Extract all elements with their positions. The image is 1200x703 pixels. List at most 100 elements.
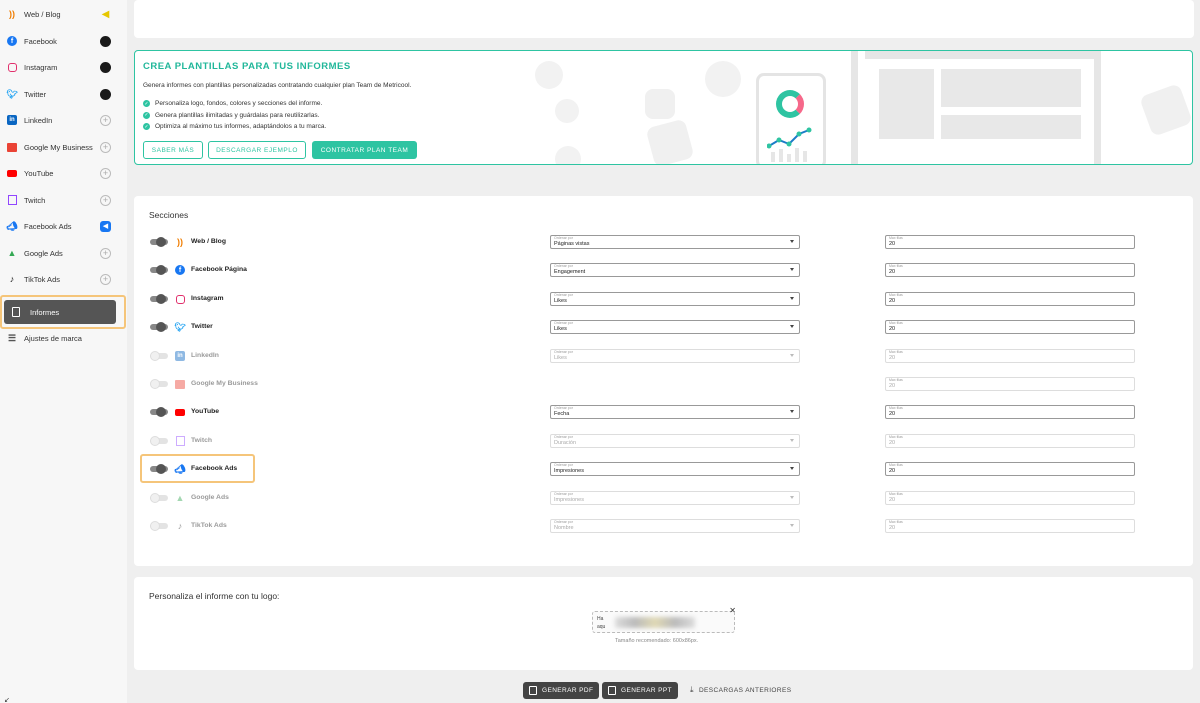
sections-card: Secciones )) Web / Blog Ordenar por Págin…	[134, 196, 1193, 566]
add-icon[interactable]: +	[100, 247, 111, 259]
max-rows-input[interactable]: Max filas 20	[885, 519, 1135, 533]
decor-circle	[555, 99, 579, 123]
generar-ppt-button[interactable]: GENERAR PPT	[602, 682, 678, 699]
sidebar-item-tiktok-ads[interactable]: ♪ TikTok Ads +	[0, 266, 127, 292]
megaphone-icon[interactable]: ◀	[100, 9, 111, 20]
sidebar-item-web-blog[interactable]: )) Web / Blog ◀	[0, 1, 127, 27]
connected-icon[interactable]	[100, 35, 111, 47]
order-select[interactable]: Ordenar por Likes	[550, 292, 800, 306]
section-toggle[interactable]	[150, 351, 168, 361]
max-caption: Max filas	[889, 492, 903, 496]
logo-size-hint: Tamaño recomendado: 600x86px.	[615, 638, 699, 644]
sidebar-item-facebook[interactable]: f Facebook	[0, 28, 127, 54]
add-icon[interactable]: +	[100, 167, 111, 179]
caret-down-icon	[790, 325, 794, 328]
max-caption: Max filas	[889, 435, 903, 439]
section-toggle[interactable]	[150, 521, 168, 531]
order-select[interactable]: Ordenar por Likes	[550, 349, 800, 363]
sliders-icon: ☰	[7, 332, 17, 343]
max-rows-input[interactable]: Max filas 20	[885, 235, 1135, 249]
logo-card: Personaliza el informe con tu logo: Ha a…	[134, 577, 1193, 670]
action-bar: GENERAR PDF GENERAR PPT ⤓ DESCARGAS ANTE…	[0, 680, 1200, 703]
section-toggle[interactable]	[150, 294, 168, 304]
max-value: 20	[889, 497, 896, 503]
logo-dropzone[interactable]: Ha aqu ✕	[592, 606, 736, 633]
order-select[interactable]: Ordenar por Impresiones	[550, 462, 800, 476]
max-rows-input[interactable]: Max filas 20	[885, 462, 1135, 476]
sidebar-item-gmb[interactable]: Google My Business +	[0, 134, 127, 160]
max-rows-input[interactable]: Max filas 20	[885, 349, 1135, 363]
bullet-text: Personaliza logo, fondos, colores y secc…	[155, 100, 323, 108]
add-icon[interactable]: +	[100, 273, 111, 285]
max-rows-input[interactable]: Max filas 20	[885, 292, 1135, 306]
max-rows-input[interactable]: Max filas 20	[885, 377, 1135, 391]
line-chart-icon	[767, 127, 812, 162]
caret-down-icon	[790, 354, 794, 357]
section-toggle[interactable]	[150, 464, 168, 474]
order-select[interactable]: Ordenar por Páginas vistas	[550, 235, 800, 249]
connected-icon[interactable]	[100, 61, 111, 73]
section-toggle[interactable]	[150, 237, 168, 247]
order-value: Impresiones	[554, 497, 584, 503]
generar-pdf-button[interactable]: GENERAR PDF	[523, 682, 600, 699]
add-icon[interactable]: +	[100, 114, 111, 126]
max-caption: Max filas	[889, 520, 903, 524]
order-caption: Ordenar por	[554, 350, 573, 354]
section-toggle[interactable]	[150, 493, 168, 503]
order-value: Likes	[554, 298, 567, 304]
section-row-twitter: 🐦︎ Twitter Ordenar por Likes Max filas 20	[134, 318, 1193, 340]
sidebar-item-label: Ajustes de marca	[24, 333, 82, 343]
max-value: 20	[889, 269, 896, 275]
saber-mas-button[interactable]: SABER MÁS	[143, 141, 203, 159]
sidebar-item-twitch[interactable]: Twitch +	[0, 187, 127, 213]
phone-illustration	[756, 73, 826, 164]
sidebar-item-google-ads[interactable]: ▲ Google Ads +	[0, 240, 127, 266]
add-icon[interactable]: +	[100, 194, 111, 206]
max-rows-input[interactable]: Max filas 20	[885, 405, 1135, 419]
sidebar-item-linkedin[interactable]: in LinkedIn +	[0, 107, 127, 133]
bullet-text: Genera plantillas ilimitadas y guárdalas…	[155, 111, 320, 119]
section-toggle[interactable]	[150, 379, 168, 389]
section-toggle[interactable]	[150, 265, 168, 275]
sidebar-item-facebook-ads[interactable]: 📣︎ Facebook Ads ◀	[0, 213, 127, 239]
max-rows-input[interactable]: Max filas 20	[885, 320, 1135, 334]
max-rows-input[interactable]: Max filas 20	[885, 434, 1135, 448]
sidebar-item-instagram[interactable]: Instagram	[0, 54, 127, 80]
file-icon	[608, 686, 616, 695]
descargas-anteriores-link[interactable]: ⤓ DESCARGAS ANTERIORES	[690, 685, 791, 695]
gmb-icon	[174, 378, 186, 390]
section-toggle[interactable]	[150, 436, 168, 446]
section-row-linkedin: in LinkedIn Ordenar por Likes Max filas 20	[134, 347, 1193, 369]
caret-down-icon	[790, 410, 794, 413]
add-icon[interactable]: +	[100, 141, 111, 153]
sidebar-item-informes[interactable]: Informes	[4, 300, 116, 324]
connected-icon[interactable]	[100, 88, 111, 100]
order-select[interactable]: Ordenar por Fecha	[550, 405, 800, 419]
instagram-icon	[6, 61, 18, 73]
descargar-ejemplo-button[interactable]: DESCARGAR EJEMPLO	[208, 141, 306, 159]
order-select[interactable]: Ordenar por Likes	[550, 320, 800, 334]
order-select[interactable]: Ordenar por Engagement	[550, 263, 800, 277]
gmb-icon	[6, 141, 18, 153]
google-ads-icon: ▲	[175, 493, 185, 503]
max-rows-input[interactable]: Max filas 20	[885, 491, 1135, 505]
order-caption: Ordenar por	[554, 236, 573, 240]
section-toggle[interactable]	[150, 407, 168, 417]
sidebar-item-youtube[interactable]: YouTube +	[0, 160, 127, 186]
section-toggle[interactable]	[150, 322, 168, 332]
order-select[interactable]: Ordenar por Impresiones	[550, 491, 800, 505]
contratar-plan-team-button[interactable]: CONTRATAR PLAN TEAM	[312, 141, 417, 159]
ads-account-icon[interactable]: ◀	[100, 220, 111, 232]
download-icon: ⤓	[690, 685, 694, 694]
bullet-text: Optimiza al máximo tus informes, adaptán…	[155, 123, 327, 131]
order-select[interactable]: Ordenar por Duración	[550, 434, 800, 448]
max-value: 20	[889, 298, 896, 304]
caret-down-icon	[790, 467, 794, 470]
sidebar-item-ajustes-marca[interactable]: ☰ Ajustes de marca	[0, 325, 127, 351]
max-rows-input[interactable]: Max filas 20	[885, 263, 1135, 277]
sidebar-item-twitter[interactable]: 🐦︎ Twitter	[0, 81, 127, 107]
twitch-icon	[6, 194, 18, 206]
close-icon[interactable]: ✕	[729, 606, 736, 615]
order-select[interactable]: Ordenar por Nombre	[550, 519, 800, 533]
section-name: Web / Blog	[191, 238, 226, 245]
